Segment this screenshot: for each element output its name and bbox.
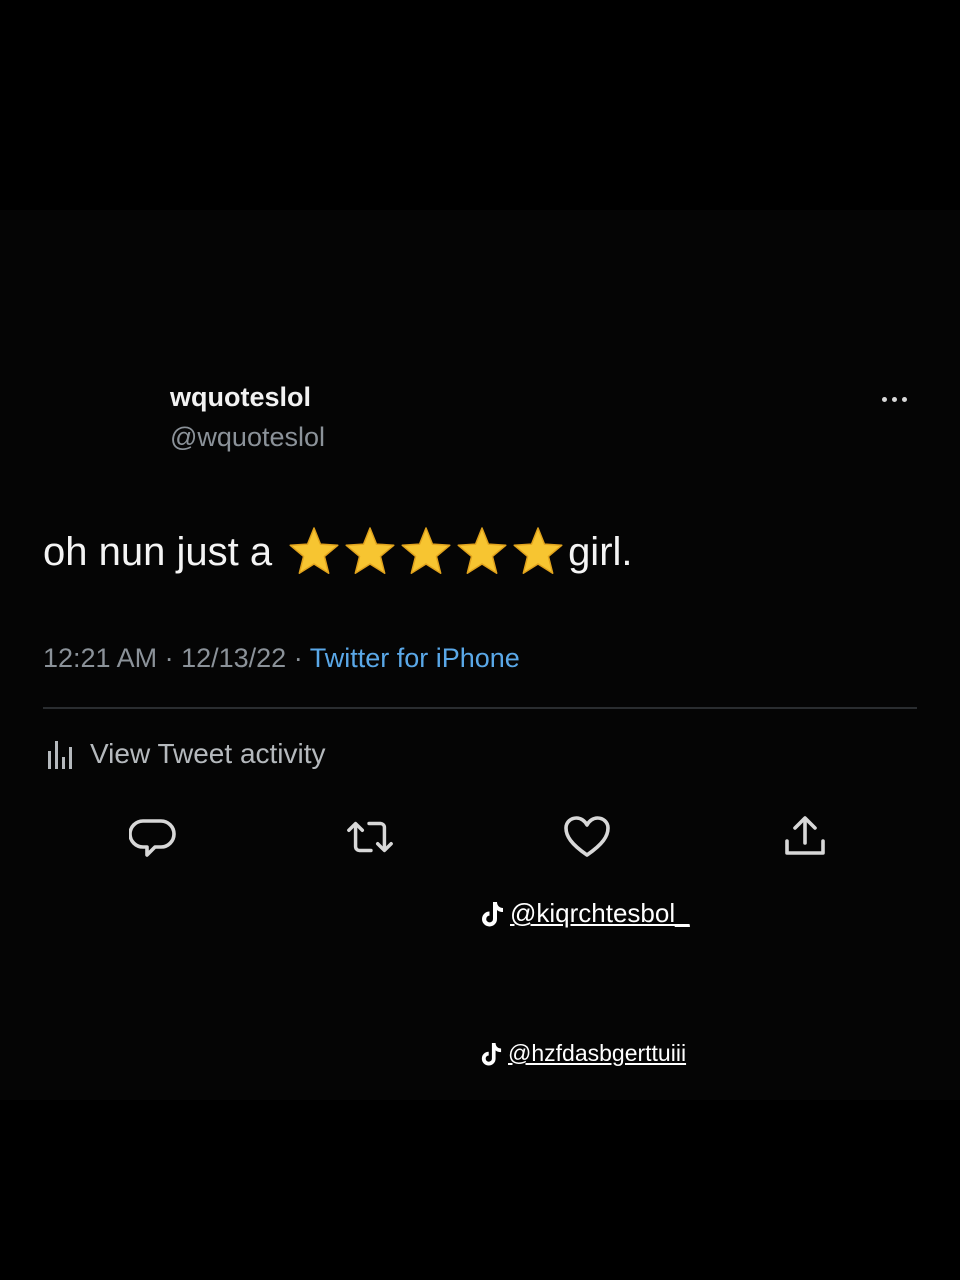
meta-separator: ·: [286, 643, 310, 673]
tiktok-watermark-bottom: @hzfdasbgerttuiii: [480, 1040, 686, 1067]
tweet-date[interactable]: 12/13/22: [181, 643, 286, 673]
tweet-text: oh nun just a girl.: [43, 526, 633, 578]
star-emoji-icon: [401, 527, 451, 574]
tiktok-note-icon: [482, 901, 503, 926]
star-emoji-icon: [457, 527, 507, 574]
star-emoji-icon: [513, 527, 563, 574]
tweet-text-before: oh nun just a: [43, 529, 273, 574]
share-button[interactable]: [780, 812, 830, 862]
more-dot-icon: [891, 396, 897, 402]
retweet-arrows-icon: [347, 821, 393, 853]
tweet-time[interactable]: 12:21 AM: [43, 643, 157, 673]
user-handle[interactable]: @wquoteslol: [170, 422, 325, 453]
reply-button[interactable]: [128, 812, 178, 862]
star-rating: [286, 526, 566, 578]
tiktok-watermark-top: @kiqrchtesbol_: [480, 898, 690, 929]
tiktok-note-icon: [481, 1042, 502, 1065]
display-name[interactable]: wquoteslol: [170, 382, 311, 413]
watermark-handle-top: @kiqrchtesbol_: [510, 898, 690, 928]
watermark-handle-bottom: @hzfdasbgerttuiii: [508, 1040, 687, 1066]
retweet-button[interactable]: [345, 812, 395, 862]
tweet-metadata: 12:21 AM · 12/13/22 · Twitter for iPhone: [43, 643, 520, 674]
tweet-text-after: girl.: [568, 529, 633, 574]
more-dot-icon: [901, 396, 907, 402]
more-dot-icon: [881, 396, 887, 402]
divider: [43, 707, 917, 709]
heart-icon: [564, 816, 610, 857]
view-tweet-activity-label: View Tweet activity: [90, 738, 326, 769]
view-tweet-activity-button[interactable]: View Tweet activity: [46, 734, 326, 774]
screenshot-frame: wquoteslol @wquoteslol oh nun just a gir…: [0, 0, 960, 1280]
tweet-source-link[interactable]: Twitter for iPhone: [310, 643, 520, 673]
reply-bubble-icon: [129, 819, 176, 857]
star-emoji-icon: [345, 527, 395, 574]
like-button[interactable]: [562, 812, 612, 862]
meta-separator: ·: [157, 643, 182, 673]
share-upload-icon: [785, 816, 825, 855]
analytics-bars-icon: [48, 741, 72, 769]
more-options-button[interactable]: [872, 384, 916, 414]
star-emoji-icon: [289, 527, 339, 574]
